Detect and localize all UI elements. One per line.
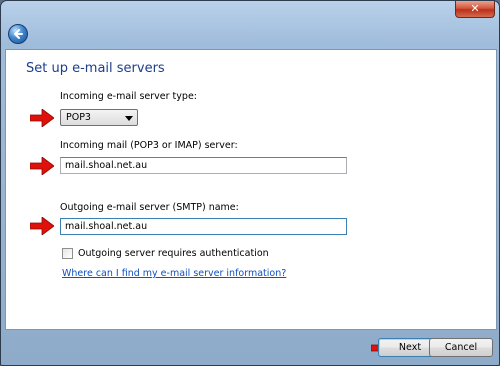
dialog-window: ✕ Set up e-mail servers Incoming e-mail …	[0, 0, 500, 366]
auth-checkbox[interactable]	[62, 248, 73, 259]
incoming-server-input[interactable]: mail.shoal.net.au	[60, 157, 347, 174]
server-type-select[interactable]: POP3	[60, 109, 138, 126]
red-arrow-icon	[30, 109, 54, 127]
button-bar: Next Cancel	[5, 329, 495, 363]
back-button[interactable]	[8, 24, 28, 44]
outgoing-server-input[interactable]: mail.shoal.net.au	[60, 218, 347, 235]
red-arrow-icon	[30, 217, 54, 235]
cancel-button[interactable]: Cancel	[429, 338, 493, 357]
back-arrow-icon	[14, 29, 23, 39]
server-type-value: POP3	[66, 112, 91, 123]
auth-checkbox-label[interactable]: Outgoing server requires authentication	[78, 248, 269, 259]
close-button[interactable]: ✕	[455, 1, 495, 18]
chevron-down-icon	[125, 116, 133, 121]
red-arrow-icon	[30, 157, 54, 175]
page-title: Set up e-mail servers	[26, 61, 165, 76]
outgoing-server-label: Outgoing e-mail server (SMTP) name:	[60, 202, 239, 213]
incoming-server-label: Incoming mail (POP3 or IMAP) server:	[60, 140, 238, 151]
incoming-type-label: Incoming e-mail server type:	[60, 91, 197, 102]
window-title-area	[41, 30, 191, 42]
close-icon: ✕	[470, 2, 480, 15]
incoming-server-value: mail.shoal.net.au	[65, 160, 148, 171]
outgoing-server-value: mail.shoal.net.au	[65, 221, 148, 232]
wizard-content: Set up e-mail servers Incoming e-mail se…	[5, 49, 497, 330]
help-link[interactable]: Where can I find my e-mail server inform…	[62, 268, 286, 279]
